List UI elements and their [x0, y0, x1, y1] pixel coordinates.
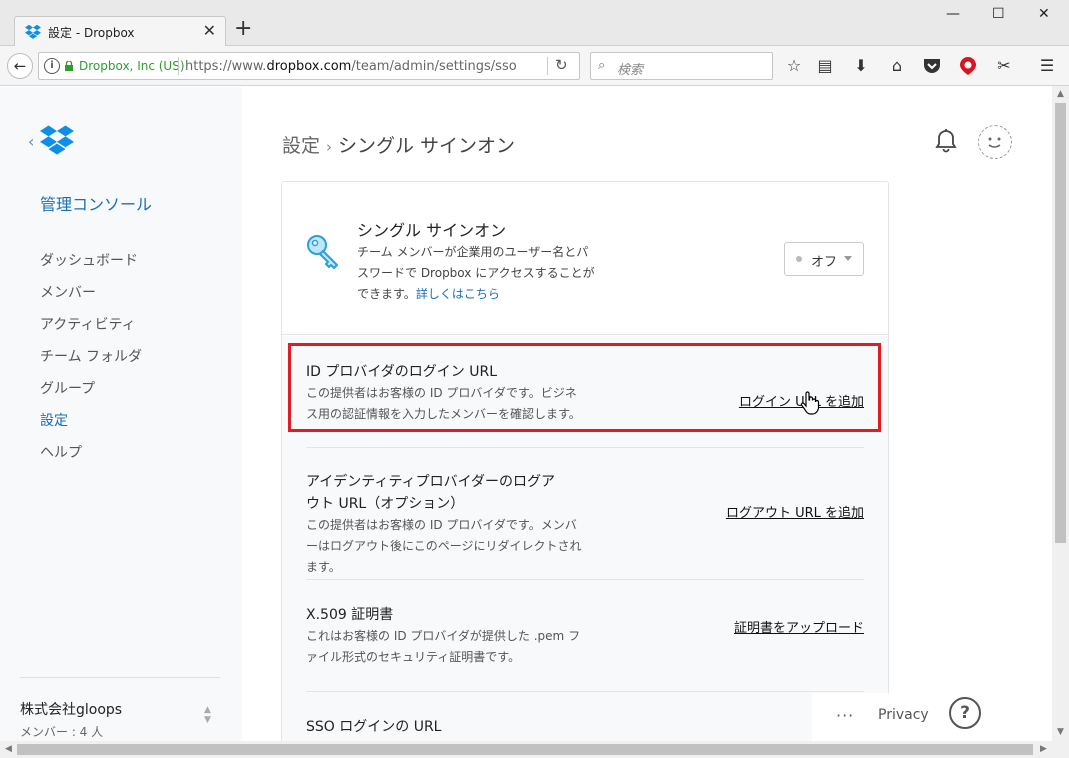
scroll-right-icon[interactable]: ▶ [1035, 741, 1052, 758]
scroll-up-icon[interactable]: ▲ [1052, 86, 1069, 103]
toggle-label: オフ [811, 255, 838, 270]
row-title: アイデンティティプロバイダーのログアウト URL（オプション） [306, 474, 556, 512]
close-window-button[interactable]: ✕ [1038, 6, 1050, 22]
breadcrumb-settings[interactable]: 設定 [282, 135, 320, 157]
privacy-link[interactable]: Privacy [878, 707, 929, 723]
team-switcher-icon[interactable]: ▲ ▼ [204, 705, 211, 725]
more-options-icon[interactable]: ··· [836, 706, 854, 725]
menu-icon[interactable]: ☰ [1036, 55, 1058, 77]
bell-icon[interactable] [934, 128, 958, 154]
row-title: SSO ログインの URL [306, 719, 442, 735]
sidebar-item-settings[interactable]: 設定 [40, 411, 142, 443]
setting-row-login-url: ID プロバイダのログイン URL この提供者はお客様の ID プロバイダです。… [306, 361, 864, 425]
scrollbar-thumb[interactable] [17, 744, 1033, 755]
home-icon[interactable]: ⌂ [886, 55, 908, 77]
url-divider [547, 57, 548, 75]
pocket-icon[interactable] [921, 55, 943, 77]
row-divider [306, 447, 864, 448]
sidebar-item-team-folders[interactable]: チーム フォルダ [40, 347, 142, 379]
hand-cursor-icon [800, 391, 820, 415]
sidebar-item-help[interactable]: ヘルプ [40, 443, 142, 475]
breadcrumb-separator: › [326, 138, 333, 156]
addon-red-icon[interactable] [957, 55, 979, 77]
sso-config-rows: ID プロバイダのログイン URL この提供者はお客様の ID プロバイダです。… [282, 336, 888, 750]
horizontal-scrollbar[interactable]: ◀ ▶ [0, 741, 1052, 758]
sso-description: チーム メンバーが企業用のユーザー名とパスワードで Dropbox にアクセスす… [357, 245, 595, 301]
browser-navbar: ← i Dropbox, Inc (US) https://www.dropbo… [0, 46, 1069, 86]
minimize-button[interactable]: — [946, 6, 960, 22]
lock-icon [65, 61, 73, 71]
setting-row-sso-login-url: SSO ログインの URL [306, 716, 864, 738]
dropbox-favicon-icon [25, 24, 41, 39]
row-title: ID プロバイダのログイン URL [306, 364, 498, 380]
key-icon [307, 235, 338, 269]
sso-settings-card: シングル サインオン チーム メンバーが企業用のユーザー名とパスワードで Dro… [281, 181, 889, 751]
avatar[interactable] [978, 125, 1012, 159]
row-description: この提供者はお客様の ID プロバイダです。ビジネス用の認証情報を入力したメンバ… [306, 386, 581, 421]
chevron-down-icon [844, 256, 852, 261]
tab-close-icon[interactable]: ✕ [203, 21, 216, 40]
row-description: この提供者はお客様の ID プロバイダです。メンバーはログアウト後にこのページに… [306, 518, 582, 574]
admin-console-title[interactable]: 管理コンソール [40, 191, 152, 215]
vertical-scrollbar[interactable]: ▲ ▼ [1052, 86, 1069, 741]
back-chevron-icon[interactable]: ‹ [28, 132, 34, 151]
help-icon[interactable]: ? [949, 697, 981, 729]
company-name[interactable]: 株式会社gloops [20, 699, 122, 719]
browser-tab[interactable]: 設定 - Dropbox ✕ [14, 16, 226, 47]
maximize-button[interactable]: ☐ [992, 6, 1005, 22]
new-tab-button[interactable]: + [234, 18, 252, 40]
info-icon[interactable]: i [44, 58, 60, 74]
scroll-down-icon[interactable]: ▼ [1052, 724, 1069, 741]
url-bar[interactable]: i Dropbox, Inc (US) https://www.dropbox.… [38, 52, 580, 80]
search-input[interactable]: ⌕ 検索 [590, 52, 773, 80]
sso-toggle-dropdown[interactable]: オフ [784, 242, 864, 276]
scrollbar-corner [1052, 741, 1069, 758]
scrollbar-thumb[interactable] [1055, 103, 1066, 543]
learn-more-link[interactable]: 詳しくはこちら [416, 287, 500, 301]
sidebar-nav: ダッシュボード メンバー アクティビティ チーム フォルダ グループ 設定 ヘル… [40, 251, 142, 475]
sidebar-item-members[interactable]: メンバー [40, 283, 142, 315]
member-count: メンバー : 4 人 [20, 725, 104, 739]
page-title: シングル サインオン [338, 135, 516, 157]
setting-row-certificate: X.509 証明書 これはお客様の ID プロバイダが提供した .pem ファイ… [306, 604, 864, 668]
upload-certificate-link[interactable]: 証明書をアップロード [734, 617, 864, 636]
floating-help-bar: ··· Privacy ? [812, 693, 1052, 741]
addon-scissors-icon[interactable]: ✂ [993, 55, 1015, 77]
reload-icon[interactable]: ↻ [555, 56, 568, 74]
row-divider [306, 691, 864, 692]
sidebar: ‹ 管理コンソール ダッシュボード メンバー アクティビティ チーム フォルダ … [0, 87, 242, 741]
sso-title: シングル サインオン [357, 221, 507, 240]
reading-list-icon[interactable]: ▤ [814, 55, 836, 77]
dropbox-logo-icon[interactable] [40, 125, 74, 155]
star-icon[interactable]: ☆ [783, 55, 805, 77]
sidebar-item-activity[interactable]: アクティビティ [40, 315, 142, 347]
row-divider [306, 579, 864, 580]
download-icon[interactable]: ⬇ [850, 55, 872, 77]
url-text[interactable]: https://www.dropbox.com/team/admin/setti… [185, 59, 517, 74]
search-icon: ⌕ [598, 58, 606, 73]
url-divider [178, 57, 179, 75]
back-button[interactable]: ← [7, 53, 33, 79]
breadcrumb: 設定 › シングル サインオン [282, 131, 515, 158]
status-dot-icon [796, 256, 802, 262]
site-identity[interactable]: Dropbox, Inc (US) [79, 59, 185, 73]
scroll-left-icon[interactable]: ◀ [0, 741, 17, 758]
sidebar-item-dashboard[interactable]: ダッシュボード [40, 251, 142, 283]
sidebar-item-groups[interactable]: グループ [40, 379, 142, 411]
tab-title: 設定 - Dropbox [48, 26, 135, 40]
sso-header: シングル サインオン チーム メンバーが企業用のユーザー名とパスワードで Dro… [282, 182, 888, 335]
row-description: これはお客様の ID プロバイダが提供した .pem ファイル形式のセキュリティ… [306, 629, 581, 664]
setting-row-logout-url: アイデンティティプロバイダーのログアウト URL（オプション） この提供者はお客… [306, 471, 864, 578]
browser-titlebar: 設定 - Dropbox ✕ + — ☐ ✕ [0, 0, 1069, 47]
sidebar-divider [20, 677, 220, 678]
search-placeholder: 検索 [617, 63, 644, 78]
add-logout-url-link[interactable]: ログアウト URL を追加 [726, 502, 864, 521]
